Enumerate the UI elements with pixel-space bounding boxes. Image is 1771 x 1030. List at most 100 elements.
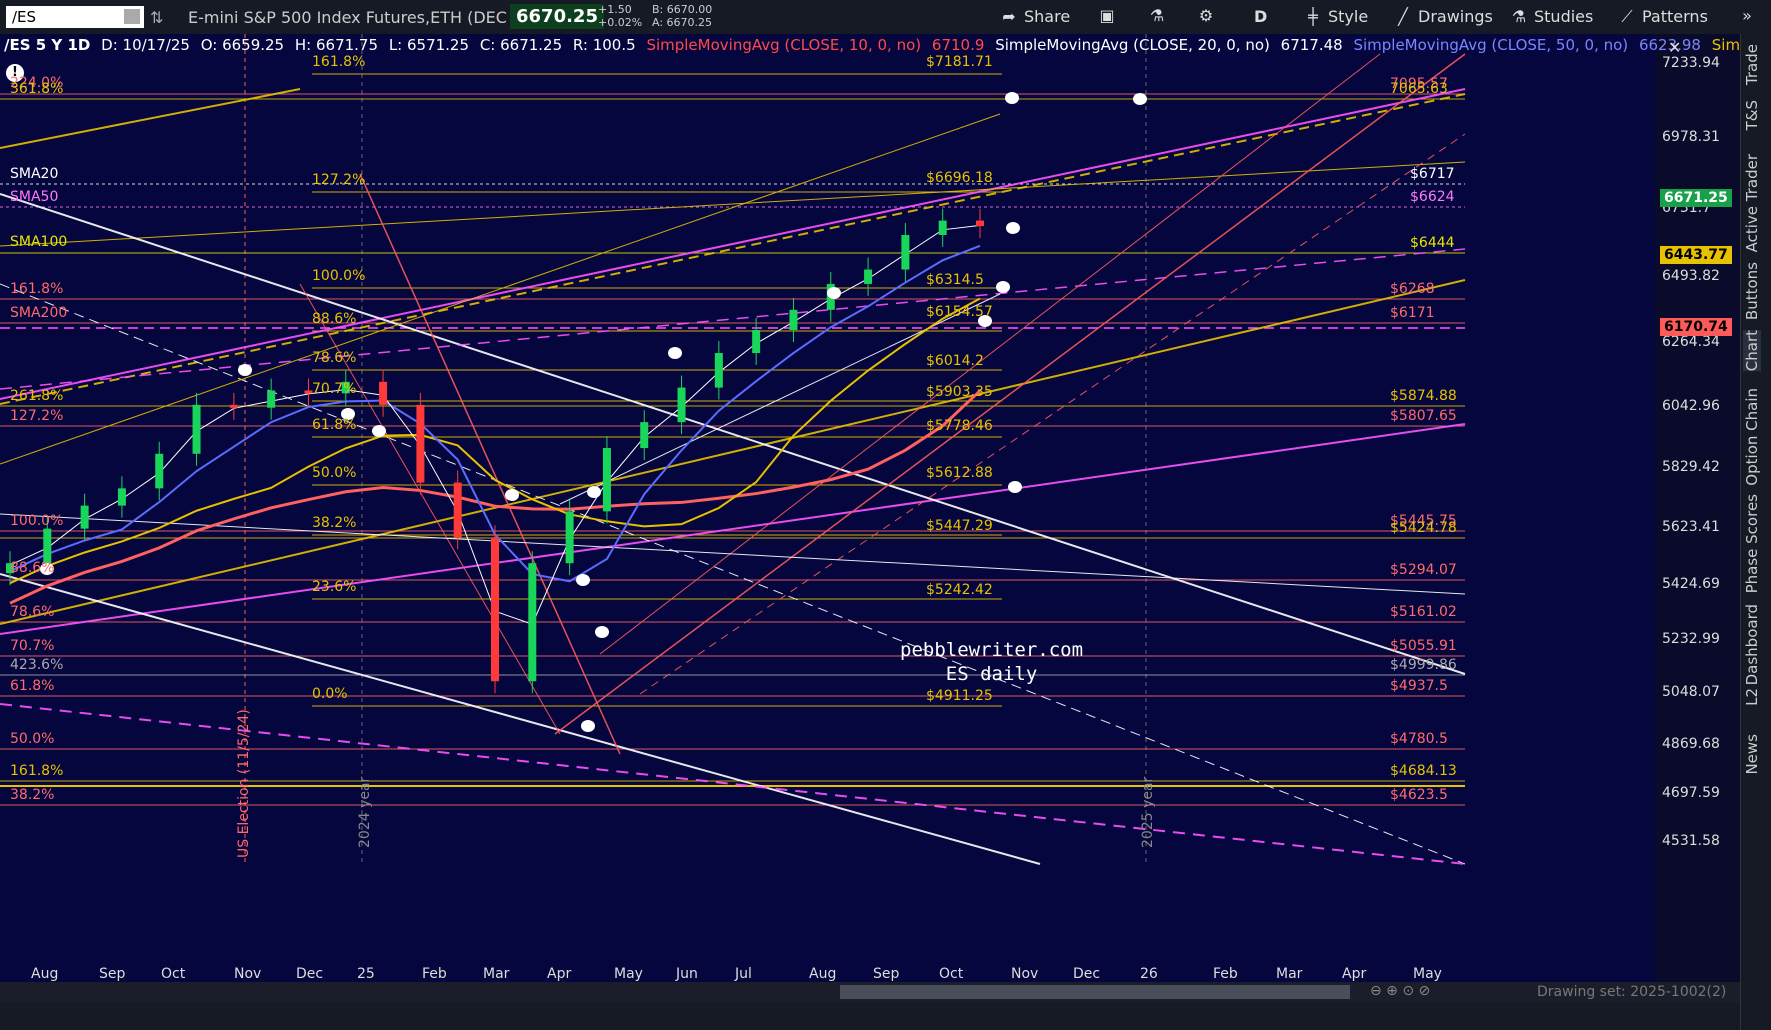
patterns-icon: ⟋ — [1621, 6, 1633, 26]
right-tab-t-s[interactable]: T&S — [1743, 100, 1761, 130]
candle-body — [192, 404, 201, 454]
camera-icon: ▣ — [1099, 6, 1115, 25]
symbol-description: E-mini S&P 500 Index Futures,ETH (DEC 25… — [188, 8, 539, 27]
scrollbar-thumb[interactable] — [840, 985, 1350, 999]
trendline — [0, 513, 1466, 595]
y-tick-label: 5048.07 — [1662, 684, 1720, 701]
left-level-label: 423.6% — [10, 657, 64, 673]
fib-level-label: 127.2% — [312, 172, 366, 188]
studies-label: Studies — [1534, 7, 1594, 26]
trendline — [0, 93, 1466, 405]
left-level-label: SMA20 — [10, 166, 59, 182]
x-tick-label: Nov — [234, 966, 262, 982]
right-level-label: $5874.88 — [1390, 388, 1457, 404]
fib-level-label: $5242.42 — [926, 582, 993, 598]
settings-button[interactable]: ⚙ — [1197, 7, 1215, 25]
trendline — [0, 573, 1041, 865]
collapse-button[interactable]: » — [1738, 7, 1756, 25]
change-value: +1.50 — [598, 3, 632, 16]
price-tag: 6170.74 — [1660, 318, 1732, 336]
change-percent: +0.02% — [598, 16, 643, 29]
right-level-label: $5055.91 — [1390, 638, 1457, 654]
style-button[interactable]: ╪ Style — [1304, 7, 1368, 26]
left-level-label: 78.6% — [10, 604, 55, 620]
trendline — [0, 248, 1466, 390]
left-level-label: 38.2% — [10, 787, 55, 803]
y-tick-label: 6978.31 — [1662, 128, 1720, 145]
right-level-label: $6268 — [1390, 281, 1435, 297]
right-tab-dashboard[interactable]: Dashboard — [1743, 604, 1761, 685]
target-marker — [372, 425, 386, 437]
snapshot-button[interactable]: ▣ — [1098, 7, 1116, 25]
candle-body — [714, 353, 723, 388]
fib-level-label: 88.6% — [312, 311, 357, 327]
right-tab-l2[interactable]: L2 — [1743, 688, 1761, 706]
left-level-label: 361.8% — [10, 81, 64, 97]
symbol-selector[interactable]: /ES — [6, 6, 144, 28]
patterns-button[interactable]: ⟋ Patterns — [1618, 7, 1708, 26]
right-level-label: $4780.5 — [1390, 731, 1448, 747]
link-icon[interactable]: ⇅ — [150, 8, 163, 27]
right-tab-option-chain[interactable]: Option Chain — [1743, 388, 1761, 486]
sma50-label[interactable]: SimpleMovingAvg (CLOSE, 50, 0, no) — [1353, 36, 1628, 54]
zoom-controls[interactable]: ⊖ ⊕ ⊙ ⊘ — [1370, 983, 1430, 999]
fib-level-label: 23.6% — [312, 579, 357, 595]
candle-body — [901, 234, 910, 270]
sma10-label[interactable]: SimpleMovingAvg (CLOSE, 10, 0, no) — [646, 36, 921, 54]
price-change: +1.50 +0.02% — [598, 3, 642, 29]
fib-level-label: 100.0% — [312, 268, 366, 284]
sma20-label[interactable]: SimpleMovingAvg (CLOSE, 20, 0, no) — [995, 36, 1270, 54]
x-tick-label: Oct — [161, 966, 186, 982]
fib-level-label: $6314.5 — [926, 272, 984, 288]
right-tab-buttons[interactable]: Buttons — [1743, 262, 1761, 320]
x-tick-label: Oct — [939, 966, 964, 982]
studies-button[interactable]: ⚗ Studies — [1510, 6, 1594, 26]
right-tab-active-trader[interactable]: Active Trader — [1743, 154, 1761, 252]
left-level-label: 70.7% — [10, 638, 55, 654]
left-level-label: 61.8% — [10, 678, 55, 694]
price-tag: 6443.77 — [1660, 246, 1732, 264]
right-level-label: $4937.5 — [1390, 678, 1448, 694]
right-tab-phase-scores[interactable]: Phase Scores — [1743, 494, 1761, 593]
candle-body — [976, 220, 984, 227]
target-marker — [1005, 92, 1019, 104]
trendline — [0, 88, 1466, 400]
info-date: D: 10/17/25 — [101, 36, 190, 54]
y-tick-label: 6264.34 — [1662, 334, 1720, 351]
drawings-button[interactable]: ╱ Drawings — [1394, 7, 1493, 26]
last-price: 6670.25 — [510, 4, 604, 29]
x-tick-label: 26 — [1140, 966, 1158, 982]
right-level-label: $5807.65 — [1390, 408, 1457, 424]
chevron-down-icon[interactable] — [124, 9, 140, 24]
y-tick-label: 7233.94 — [1662, 55, 1720, 71]
target-marker — [595, 626, 609, 638]
right-level-label: $6171 — [1390, 305, 1435, 321]
left-level-label: 100.0% — [10, 513, 64, 529]
fib-level-label: 0.0% — [312, 686, 348, 702]
candle-body — [565, 511, 574, 564]
x-tick-label: Apr — [1342, 966, 1367, 982]
share-button[interactable]: ➦ Share — [1000, 7, 1070, 26]
right-tab-chart[interactable]: Chart — [1743, 330, 1761, 372]
right-tab-trade[interactable]: Trade — [1743, 44, 1761, 85]
drawings-label: Drawings — [1418, 7, 1493, 26]
y-tick-label: 4697.59 — [1662, 785, 1720, 802]
target-marker — [576, 574, 590, 586]
study-info-bar: /ES 5 Y 1D D: 10/17/25 O: 6659.25 H: 667… — [4, 36, 1771, 56]
flask-button[interactable]: ⚗ — [1148, 7, 1166, 25]
fib-level-label: $6014.2 — [926, 353, 984, 369]
x-tick-label: Aug — [809, 966, 837, 982]
drawing-set-label: Drawing set: 2025-1002(2) — [1537, 984, 1727, 1000]
vertical-annotation: 2025 year — [1140, 776, 1156, 848]
x-tick-label: Apr — [547, 966, 572, 982]
target-marker — [827, 287, 841, 299]
target-marker — [1008, 481, 1022, 493]
y-tick-label: 5623.41 — [1662, 518, 1720, 535]
flask-icon: ⚗ — [1511, 6, 1527, 26]
x-tick-label: May — [614, 966, 643, 982]
share-label: Share — [1024, 7, 1071, 26]
right-tab-news[interactable]: News — [1743, 734, 1761, 775]
info-symbol: /ES 5 Y 1D — [4, 36, 91, 54]
candle-body — [789, 309, 798, 330]
timeframe-button[interactable]: D — [1254, 7, 1267, 26]
